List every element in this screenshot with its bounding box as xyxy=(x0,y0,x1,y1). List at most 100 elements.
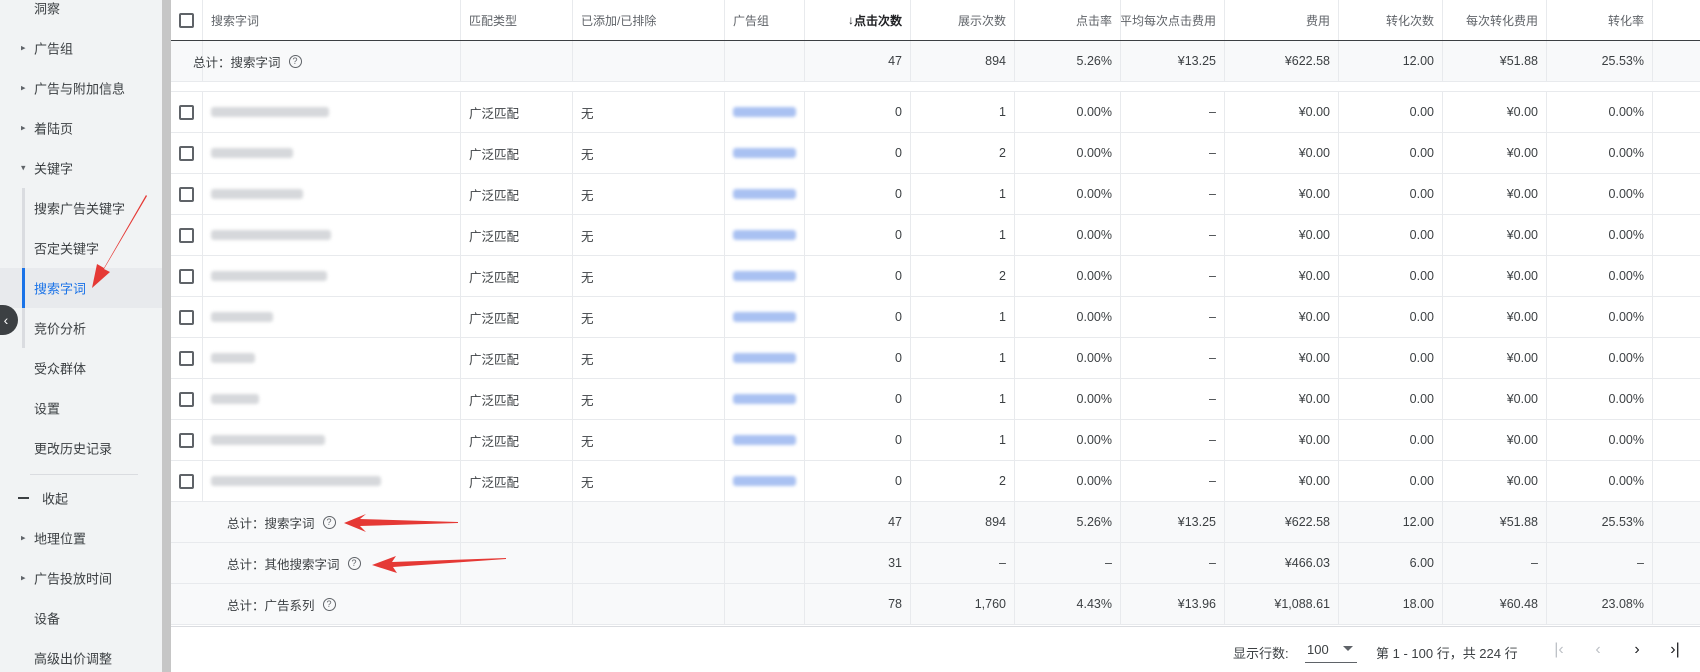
redacted-ad-group-link[interactable] xyxy=(733,230,796,240)
row-checkbox[interactable] xyxy=(179,309,194,325)
row-checkbox[interactable] xyxy=(179,186,194,202)
redacted-ad-group-link[interactable] xyxy=(733,107,796,117)
previous-page-icon[interactable]: ‹ xyxy=(1584,637,1612,663)
sidebar-item-settings[interactable]: 设置 xyxy=(0,388,162,428)
row-select-cell[interactable] xyxy=(171,297,203,337)
sidebar-item-collapse[interactable]: 收起 xyxy=(0,478,162,518)
column-header-conv-rate[interactable]: 转化率 xyxy=(1547,0,1653,40)
ad-group-cell[interactable] xyxy=(725,174,805,214)
row-checkbox[interactable] xyxy=(179,104,194,120)
column-header-impressions[interactable]: 展示次数 xyxy=(911,0,1015,40)
search-term-cell[interactable] xyxy=(203,92,461,132)
next-page-icon[interactable]: › xyxy=(1623,637,1651,663)
redacted-ad-group-link[interactable] xyxy=(733,148,796,158)
ad-group-cell[interactable] xyxy=(725,297,805,337)
column-header-added-excluded[interactable]: 已添加/已排除 xyxy=(573,0,725,40)
column-header-conversions[interactable]: 转化次数 xyxy=(1339,0,1443,40)
sidebar-item-landing-pages[interactable]: ▸ 着陆页 xyxy=(0,108,162,148)
ad-group-cell[interactable] xyxy=(725,420,805,460)
first-page-icon[interactable]: |‹ xyxy=(1545,637,1573,663)
ad-group-cell[interactable] xyxy=(725,461,805,501)
header-select-all[interactable] xyxy=(171,0,203,40)
ad-group-cell[interactable] xyxy=(725,215,805,255)
search-term-cell[interactable] xyxy=(203,174,461,214)
redacted-ad-group-link[interactable] xyxy=(733,271,796,281)
row-select-cell[interactable] xyxy=(171,338,203,378)
rows-per-page-select[interactable]: 100 xyxy=(1305,637,1357,663)
redacted-ad-group-link[interactable] xyxy=(733,189,796,199)
redacted-ad-group-link[interactable] xyxy=(733,353,796,363)
search-term-cell[interactable] xyxy=(203,461,461,501)
column-header-match-type[interactable]: 匹配类型 xyxy=(461,0,573,40)
sidebar-item-auction-insights[interactable]: 竞价分析 xyxy=(0,308,162,348)
row-checkbox[interactable] xyxy=(179,473,194,489)
ad-group-cell[interactable] xyxy=(725,379,805,419)
row-select-cell[interactable] xyxy=(171,379,203,419)
row-select-cell[interactable] xyxy=(171,174,203,214)
redacted-ad-group-link[interactable] xyxy=(733,435,796,445)
search-term-cell[interactable] xyxy=(203,420,461,460)
select-all-checkbox[interactable] xyxy=(179,12,194,28)
total-value-cell: – xyxy=(1121,543,1225,583)
metric-cell: ¥0.00 xyxy=(1225,92,1339,132)
help-icon[interactable]: ? xyxy=(322,515,336,529)
search-term-cell[interactable] xyxy=(203,133,461,173)
sidebar-item-ads-extensions[interactable]: ▸ 广告与附加信息 xyxy=(0,68,162,108)
row-select-cell[interactable] xyxy=(171,215,203,255)
sidebar-item-change-history[interactable]: 更改历史记录 xyxy=(0,428,162,468)
column-header-cost[interactable]: 费用 xyxy=(1225,0,1339,40)
column-header-ctr[interactable]: 点击率 xyxy=(1015,0,1121,40)
search-term-cell[interactable] xyxy=(203,215,461,255)
search-term-cell[interactable] xyxy=(203,379,461,419)
sidebar-item-audiences[interactable]: 受众群体 xyxy=(0,348,162,388)
row-select-cell[interactable] xyxy=(171,133,203,173)
row-select-cell[interactable] xyxy=(171,420,203,460)
sidebar-item-advanced-bid-adj[interactable]: 高级出价调整 xyxy=(0,638,162,672)
metric-cell: 0.00% xyxy=(1015,461,1121,501)
empty-cell xyxy=(725,502,805,542)
column-header-clicks[interactable]: ↓ 点击次数 xyxy=(805,0,911,40)
sidebar-item-search-keywords[interactable]: 搜索广告关键字 xyxy=(0,188,162,228)
row-checkbox[interactable] xyxy=(179,391,194,407)
sidebar-item-locations[interactable]: ▸ 地理位置 xyxy=(0,518,162,558)
ad-group-cell[interactable] xyxy=(725,133,805,173)
row-checkbox[interactable] xyxy=(179,268,194,284)
column-header-search-term[interactable]: 搜索字词 xyxy=(203,0,461,40)
sidebar-item-negative-keywords[interactable]: 否定关键字 xyxy=(0,228,162,268)
ad-group-cell[interactable] xyxy=(725,338,805,378)
help-icon[interactable]: ? xyxy=(288,54,302,68)
search-term-cell[interactable] xyxy=(203,256,461,296)
sidebar-scrollbar[interactable] xyxy=(162,0,171,672)
sidebar-item-devices[interactable]: 设备 xyxy=(0,598,162,638)
row-select-cell[interactable] xyxy=(171,256,203,296)
total-value-cell: 12.00 xyxy=(1339,502,1443,542)
column-header-cost-per-conv[interactable]: 每次转化费用 xyxy=(1443,0,1547,40)
metric-cell: 0 xyxy=(805,256,911,296)
sidebar-item-search-terms[interactable]: 搜索字词 xyxy=(0,268,162,308)
sidebar-item-ad-groups[interactable]: ▸ 广告组 xyxy=(0,28,162,68)
row-select-cell[interactable] xyxy=(171,461,203,501)
total-label-cell: 总计：其他搜索字词? xyxy=(171,543,461,583)
row-checkbox[interactable] xyxy=(179,432,194,448)
search-term-cell[interactable] xyxy=(203,297,461,337)
redacted-ad-group-link[interactable] xyxy=(733,312,796,322)
row-checkbox[interactable] xyxy=(179,145,194,161)
sidebar-item-ad-schedule[interactable]: ▸ 广告投放时间 xyxy=(0,558,162,598)
help-icon[interactable]: ? xyxy=(347,556,361,570)
column-header-ad-group[interactable]: 广告组 xyxy=(725,0,805,40)
match-type-cell: 广泛匹配 xyxy=(461,461,573,501)
row-checkbox[interactable] xyxy=(179,350,194,366)
ad-group-cell[interactable] xyxy=(725,256,805,296)
ad-group-cell[interactable] xyxy=(725,92,805,132)
help-icon[interactable]: ? xyxy=(322,597,336,611)
row-select-cell[interactable] xyxy=(171,92,203,132)
metric-cell: – xyxy=(1121,174,1225,214)
sidebar-item-insights[interactable]: 洞察 xyxy=(0,0,162,28)
redacted-ad-group-link[interactable] xyxy=(733,394,796,404)
redacted-ad-group-link[interactable] xyxy=(733,476,796,486)
last-page-icon[interactable]: ›| xyxy=(1661,637,1689,663)
row-checkbox[interactable] xyxy=(179,227,194,243)
search-term-cell[interactable] xyxy=(203,338,461,378)
column-header-avg-cpc[interactable]: 平均每次点击费用 xyxy=(1121,0,1225,40)
sidebar-item-keywords[interactable]: ▾ 关键字 xyxy=(0,148,162,188)
